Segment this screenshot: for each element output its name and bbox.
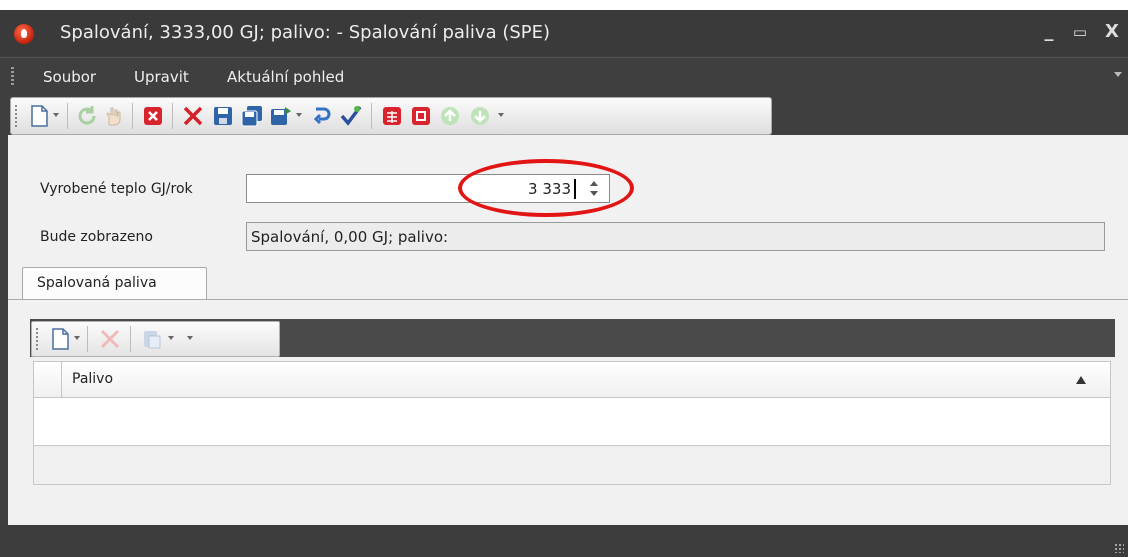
grid-delete-icon[interactable] — [98, 327, 122, 351]
menu-upravit[interactable]: Upravit — [134, 68, 189, 86]
main-toolbar — [10, 97, 772, 135]
save-dropdown-icon[interactable] — [296, 113, 302, 117]
menu-grip-icon[interactable] — [11, 67, 14, 87]
display-preview-field: Spalování, 0,00 GJ; palivo: — [246, 222, 1105, 251]
arrow-up-icon[interactable] — [438, 104, 462, 128]
highlight-oval — [458, 159, 634, 217]
display-label: Bude zobrazeno — [40, 229, 153, 245]
title-bar: Spalování, 3333,00 GJ; palivo: - Spalová… — [0, 10, 1128, 57]
menu-bar: Soubor Upravit Aktuální pohled — [0, 57, 1128, 96]
grid-toolbar — [31, 321, 280, 357]
toolbar-overflow-icon[interactable] — [498, 113, 504, 117]
toolbar-separator — [130, 326, 131, 352]
resize-grip-icon[interactable] — [1114, 543, 1124, 553]
delete-icon[interactable] — [181, 104, 205, 128]
grid-new-icon[interactable] — [48, 327, 72, 351]
menu-soubor[interactable]: Soubor — [43, 68, 96, 86]
close-window-button[interactable]: X — [1100, 20, 1124, 44]
sort-ascending-icon[interactable] — [1076, 376, 1086, 384]
minimize-button[interactable]: _ — [1037, 20, 1061, 44]
grid-corner-cell[interactable] — [34, 362, 62, 397]
new-document-icon[interactable] — [27, 104, 51, 128]
tab-divider — [8, 299, 1128, 300]
toolbar-separator — [371, 103, 372, 129]
display-value: Spalování, 0,00 GJ; palivo: — [251, 228, 449, 246]
grid-overflow-icon[interactable] — [187, 336, 193, 340]
heat-label: Vyrobené teplo GJ/rok — [40, 181, 193, 197]
arrow-down-icon[interactable] — [468, 104, 492, 128]
menu-aktualni-pohled[interactable]: Aktuální pohled — [227, 68, 344, 86]
toolbar-separator — [172, 103, 173, 129]
grid-new-dropdown-icon[interactable] — [74, 336, 80, 340]
new-dropdown-icon[interactable] — [53, 113, 59, 117]
grid-header: Palivo — [33, 361, 1111, 398]
tab-spalovana-paliva[interactable]: Spalovaná paliva — [22, 267, 207, 300]
grid-body[interactable] — [33, 398, 1111, 445]
close-red-icon[interactable] — [141, 104, 165, 128]
toolbar-separator — [132, 103, 133, 129]
undo-icon[interactable] — [308, 104, 332, 128]
window-title: Spalování, 3333,00 GJ; palivo: - Spalová… — [60, 22, 551, 43]
status-bar — [0, 525, 1128, 557]
hand-icon[interactable] — [101, 104, 125, 128]
window-left-border — [0, 135, 8, 525]
column-header-palivo[interactable]: Palivo — [72, 371, 113, 387]
menu-overflow-icon[interactable] — [1114, 72, 1122, 77]
toolbar-grip-icon[interactable] — [15, 105, 17, 127]
table-icon[interactable] — [380, 104, 404, 128]
report-icon[interactable] — [409, 104, 433, 128]
grid-paste-icon[interactable] — [140, 327, 164, 351]
save-as-icon[interactable] — [269, 104, 293, 128]
app-fire-icon — [14, 24, 34, 44]
grid-toolbar-grip-icon[interactable] — [36, 328, 38, 350]
save-all-icon[interactable] — [240, 104, 264, 128]
toolbar-separator — [87, 326, 88, 352]
toolbar-separator — [67, 103, 68, 129]
tab-label: Spalovaná paliva — [37, 275, 157, 291]
save-icon[interactable] — [211, 104, 235, 128]
refresh-icon[interactable] — [75, 104, 99, 128]
maximize-button[interactable]: ▭ — [1068, 20, 1092, 44]
grid-paste-dropdown-icon[interactable] — [168, 336, 174, 340]
check-icon[interactable] — [339, 104, 363, 128]
grid-footer — [33, 445, 1111, 485]
